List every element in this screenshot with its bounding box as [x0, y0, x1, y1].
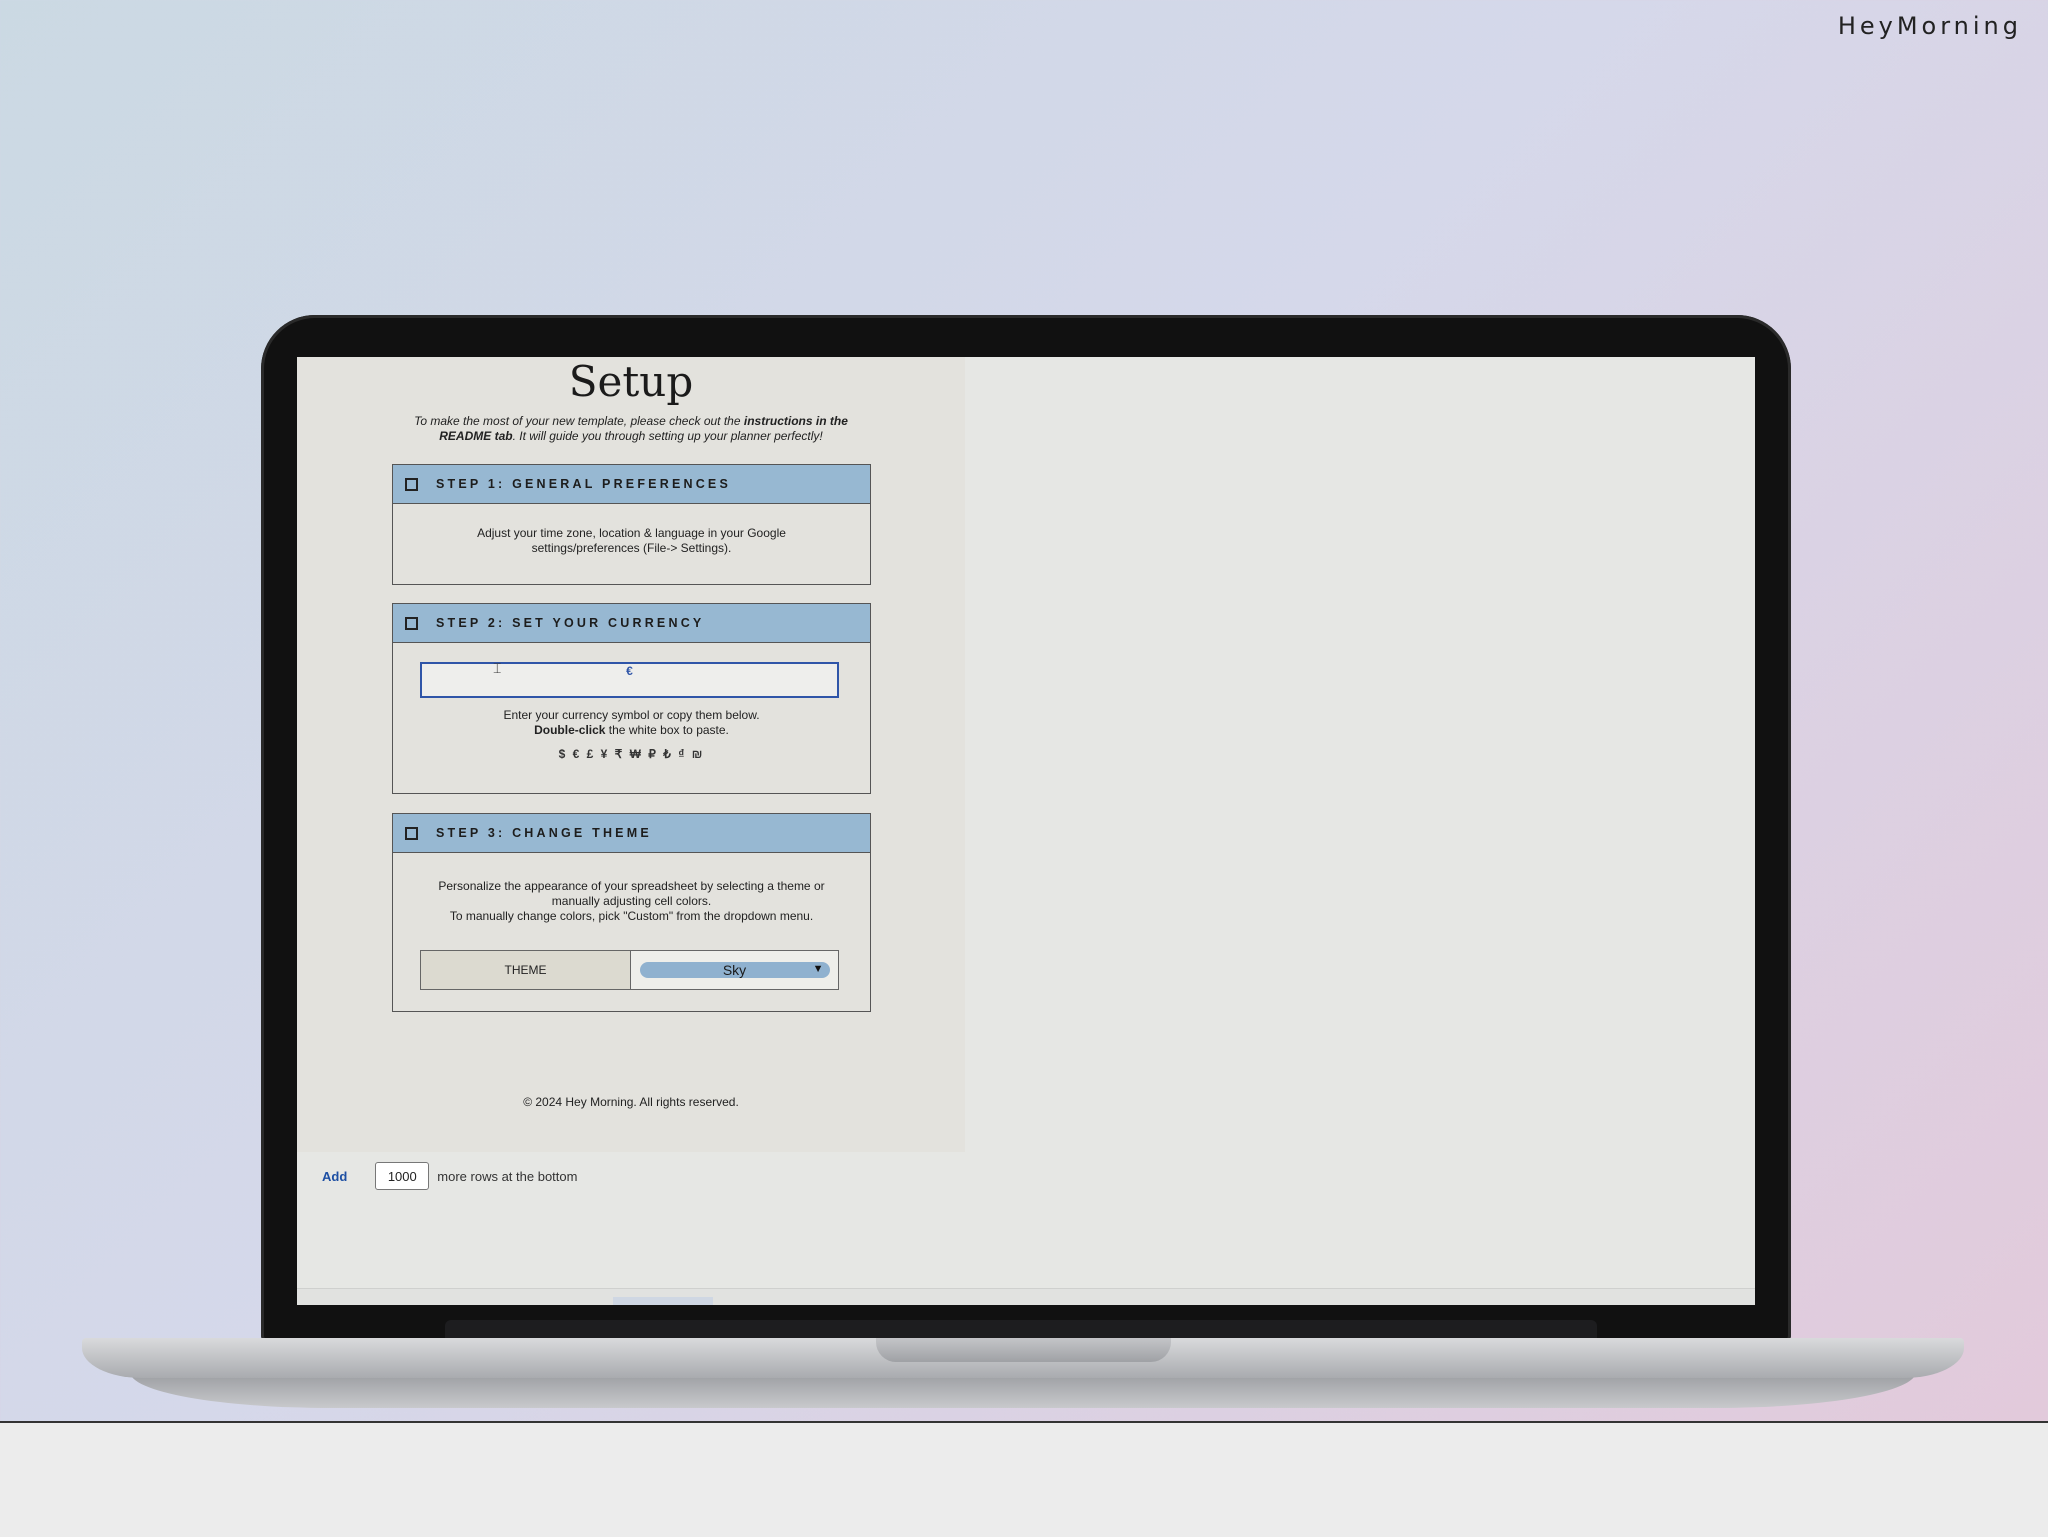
step2-card: STEP 2: SET YOUR CURRENCY € ⌶ Enter your… [392, 603, 871, 794]
step1-text-2: settings/preferences (File-> Settings). [531, 541, 732, 555]
laptop-hinge [445, 1320, 1597, 1338]
step3-text-3: To manually change colors, pick "Custom"… [449, 909, 814, 923]
theme-cell: Sky ▼ [631, 951, 838, 989]
spreadsheet-area: Setup To make the most of your new templ… [297, 357, 965, 1152]
laptop-screen: Setup To make the most of your new templ… [297, 357, 1755, 1305]
laptop-notch [876, 1338, 1171, 1362]
step1-checkbox[interactable] [405, 477, 418, 491]
step3-header: STEP 3: CHANGE THEME [393, 814, 870, 853]
step3-text-2: manually adjusting cell colors. [551, 894, 712, 908]
rows-count-input[interactable]: 1000 [375, 1162, 430, 1190]
theme-label: THEME [421, 951, 631, 989]
step1-body: Adjust your time zone, location & langua… [393, 504, 870, 556]
text-cursor-icon: ⌶ [493, 660, 502, 676]
step3-card: STEP 3: CHANGE THEME Personalize the app… [392, 813, 871, 1012]
sheet-tab-bar [297, 1288, 1755, 1305]
add-rows-button[interactable]: Add [322, 1169, 347, 1184]
step2-text-bold: Double-click [534, 723, 606, 737]
intro-text: To make the most of your new template, p… [397, 414, 865, 444]
step1-text-1: Adjust your time zone, location & langua… [477, 526, 786, 540]
step3-checkbox[interactable] [405, 826, 418, 840]
step1-card: STEP 1: GENERAL PREFERENCES Adjust your … [392, 464, 871, 585]
theme-value: Sky [722, 962, 747, 978]
step2-text-1: Enter your currency symbol or copy them … [503, 708, 760, 722]
step2-header: STEP 2: SET YOUR CURRENCY [393, 604, 870, 643]
step3-body: Personalize the appearance of your sprea… [393, 853, 870, 924]
step2-checkbox[interactable] [405, 616, 418, 630]
theme-row: THEME Sky ▼ [420, 950, 839, 990]
active-sheet-tab[interactable] [613, 1297, 713, 1305]
page-title: Setup [568, 357, 694, 406]
step1-header: STEP 1: GENERAL PREFERENCES [393, 465, 870, 504]
add-rows-suffix: more rows at the bottom [437, 1168, 578, 1184]
currency-symbols[interactable]: $ € £ ¥ ₹ ₩ ₽ ₺ ₫ ₪ [393, 747, 870, 762]
chevron-down-icon[interactable]: ▼ [813, 963, 824, 975]
step2-body: Enter your currency symbol or copy them … [393, 708, 870, 762]
step2-text-2: the white box to paste. [605, 723, 729, 737]
intro-text-1: To make the most of your new template, p… [414, 414, 744, 428]
copyright-text: © 2024 Hey Morning. All rights reserved. [523, 1095, 739, 1109]
theme-dropdown[interactable]: Sky ▼ [639, 962, 830, 978]
add-rows-bar: Add 1000 more rows at the bottom [322, 1162, 577, 1190]
step2-title: STEP 2: SET YOUR CURRENCY [436, 616, 705, 630]
step2-text-2-line: Double-click the white box to paste. [393, 723, 870, 738]
brand-logo: HeyMorning [1837, 12, 2022, 40]
step3-text-1: Personalize the appearance of your sprea… [438, 879, 825, 893]
step1-title: STEP 1: GENERAL PREFERENCES [436, 477, 732, 491]
step3-title: STEP 3: CHANGE THEME [436, 826, 652, 840]
floor [0, 1421, 2048, 1537]
intro-text-2: . It will guide you through setting up y… [512, 429, 823, 443]
currency-input[interactable]: € [420, 662, 839, 698]
